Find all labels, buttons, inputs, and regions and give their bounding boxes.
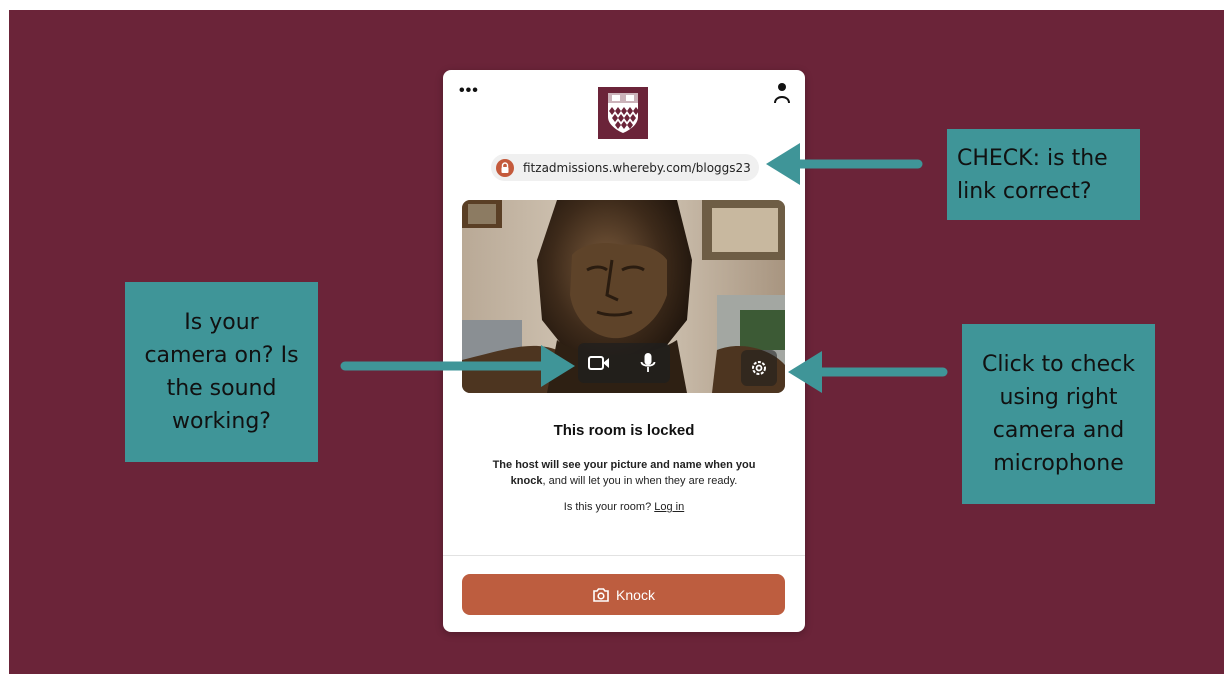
callout-settings-check-text: Click to check using right camera and mi… bbox=[982, 352, 1135, 476]
camera-toggle-button[interactable] bbox=[579, 343, 619, 383]
knock-camera-icon bbox=[593, 587, 609, 602]
camera-icon bbox=[588, 356, 609, 370]
card-divider bbox=[443, 555, 805, 556]
menu-dots-icon[interactable]: ••• bbox=[459, 83, 479, 99]
knock-button[interactable]: Knock bbox=[462, 574, 785, 615]
room-locked-description: The host will see your picture and name … bbox=[470, 457, 778, 489]
college-crest-logo bbox=[598, 87, 648, 139]
description-rest: , and will let you in when they are read… bbox=[542, 475, 738, 487]
description-bold-part: The host will see your picture and name … bbox=[492, 459, 756, 471]
login-link[interactable]: Log in bbox=[654, 501, 684, 513]
callout-link-check-text: CHECK: is the link correct? bbox=[957, 145, 1108, 204]
room-ownership-question: Is this your room? Log in bbox=[443, 501, 805, 513]
room-question-text: Is this your room? bbox=[563, 501, 652, 513]
callout-settings-check: Click to check using right camera and mi… bbox=[962, 324, 1155, 504]
callout-camera-check: Is your camera on? Is the sound working? bbox=[125, 282, 318, 462]
settings-button[interactable] bbox=[741, 350, 777, 386]
knock-button-label: Knock bbox=[616, 586, 655, 603]
description-knock-word: knock bbox=[510, 475, 543, 487]
room-url-bar[interactable]: fitzadmissions.whereby.com/bloggs23 bbox=[491, 154, 759, 181]
settings-gear-icon bbox=[752, 361, 766, 375]
microphone-icon bbox=[640, 353, 656, 372]
callout-camera-check-text: Is your camera on? Is the sound working? bbox=[144, 310, 299, 434]
callout-link-check: CHECK: is the link correct? bbox=[947, 129, 1140, 220]
lock-icon bbox=[496, 158, 514, 177]
user-icon[interactable] bbox=[773, 82, 791, 104]
microphone-toggle-button[interactable] bbox=[628, 343, 668, 383]
room-url-text: fitzadmissions.whereby.com/bloggs23 bbox=[523, 160, 751, 175]
room-locked-title: This room is locked bbox=[553, 422, 695, 439]
